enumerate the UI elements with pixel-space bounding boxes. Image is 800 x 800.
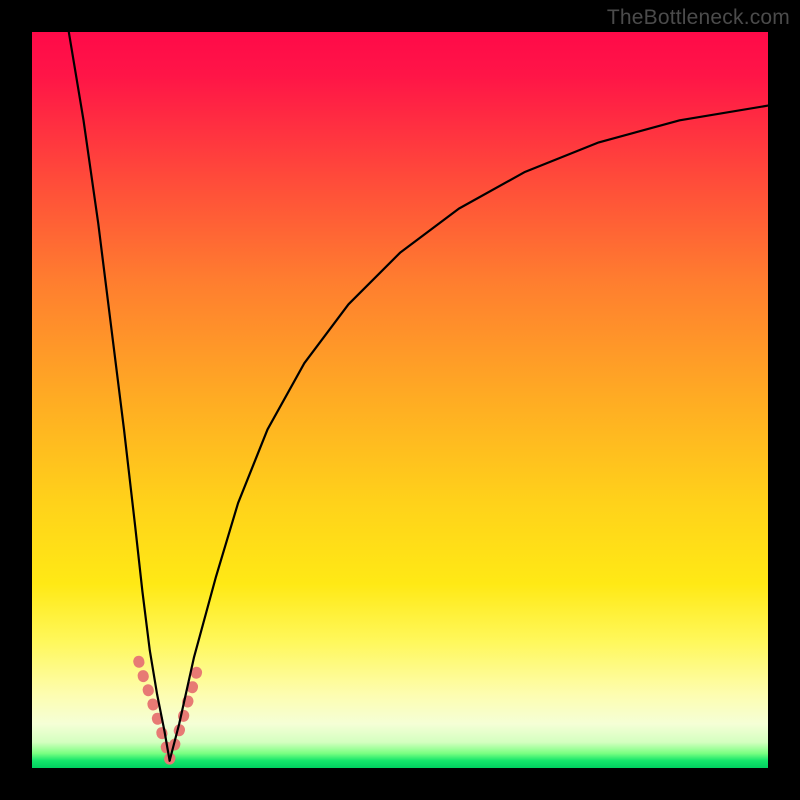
- line-group: [69, 32, 768, 761]
- plot-area: [32, 32, 768, 768]
- chart-frame: TheBottleneck.com: [0, 0, 800, 800]
- curves-svg: [32, 32, 768, 768]
- watermark-text: TheBottleneck.com: [607, 6, 790, 30]
- series-right-branch: [170, 106, 768, 761]
- series-left-branch: [69, 32, 170, 761]
